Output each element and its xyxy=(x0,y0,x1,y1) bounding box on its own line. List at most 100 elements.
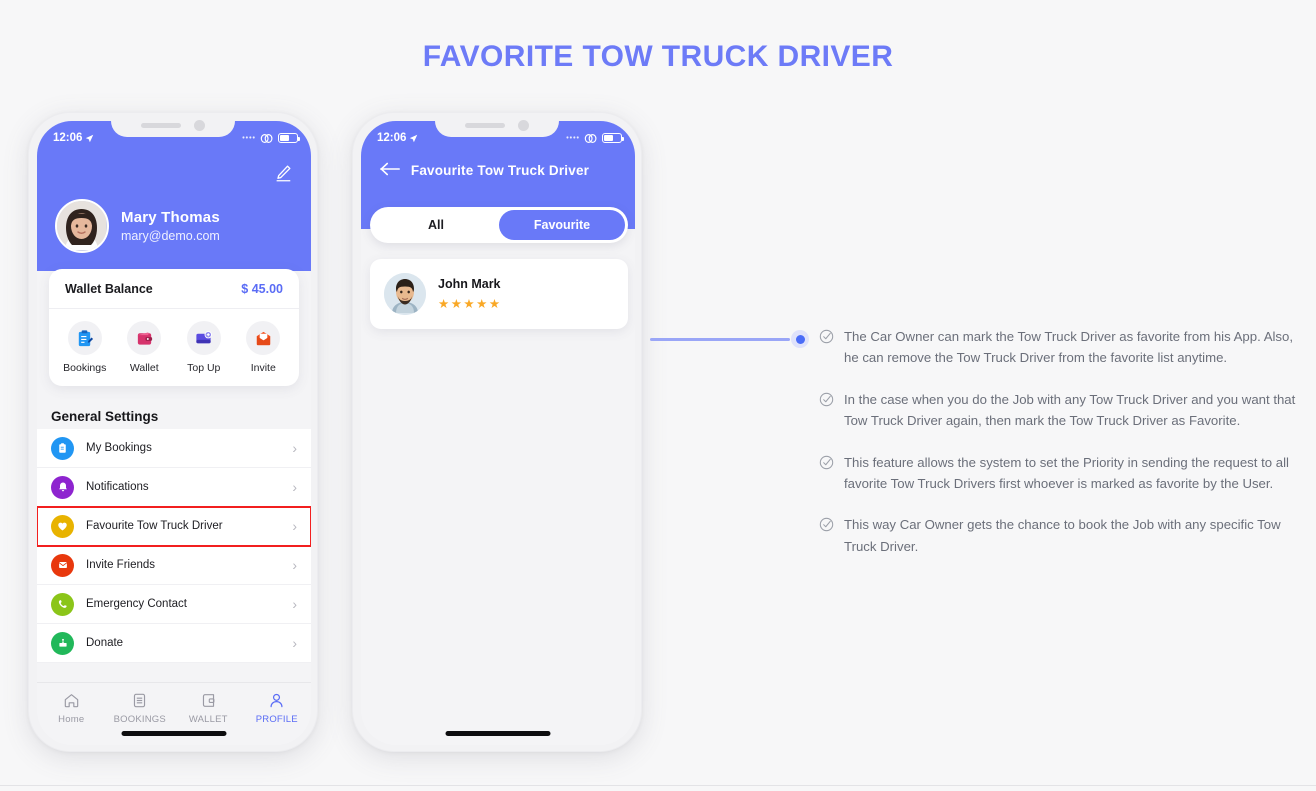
wallet-outline-icon xyxy=(200,692,217,709)
settings-item-label: My Bookings xyxy=(86,442,152,454)
wallet-balance-amount: $ 45.00 xyxy=(241,282,283,296)
tab-bookings[interactable]: BOOKINGS xyxy=(106,692,175,725)
status-right-group: •••• xyxy=(242,133,300,144)
tab-home[interactable]: Home xyxy=(37,692,106,725)
phone2-screen: 12:06 •••• Favourite Tow Truck Driver Al… xyxy=(361,121,635,745)
feature-bullet-text: This feature allows the system to set th… xyxy=(844,454,1289,491)
tab-favourite[interactable]: Favourite xyxy=(499,210,625,240)
status-time: 12:06 xyxy=(377,132,407,144)
link-icon xyxy=(584,133,598,144)
settings-item-invite-friends[interactable]: Invite Friends › xyxy=(37,546,311,585)
profile-name: Mary Thomas xyxy=(121,209,220,226)
tab-wallet[interactable]: WALLET xyxy=(174,692,243,725)
check-circle-icon xyxy=(819,455,834,470)
battery-icon xyxy=(278,133,300,143)
battery-icon xyxy=(602,133,624,143)
wallet-icon xyxy=(127,321,162,355)
quick-action-invite[interactable]: Invite xyxy=(234,321,294,374)
quick-action-topup[interactable]: Top Up xyxy=(174,321,234,374)
callout-connector-dot xyxy=(791,330,809,348)
tab-label: BOOKINGS xyxy=(113,714,166,725)
wallet-header: Wallet Balance $ 45.00 xyxy=(49,269,299,309)
status-clock-group: 12:06 xyxy=(377,132,418,144)
status-clock-group: 12:06 xyxy=(53,132,94,144)
tab-profile[interactable]: PROFILE xyxy=(243,692,312,725)
phone-notch xyxy=(111,113,235,137)
avatar: ❤ xyxy=(384,273,426,315)
person-icon xyxy=(268,692,285,709)
bell-icon xyxy=(51,475,74,499)
status-dots-icon: •••• xyxy=(242,134,256,142)
card-plus-icon xyxy=(186,321,221,355)
page-header-title: Favourite Tow Truck Driver xyxy=(410,162,590,178)
donate-hand-icon xyxy=(51,631,74,655)
quick-action-bookings[interactable]: Bookings xyxy=(55,321,115,374)
check-circle-icon xyxy=(819,517,834,532)
status-time: 12:06 xyxy=(53,132,83,144)
location-arrow-icon xyxy=(85,134,94,143)
clipboard-pen-icon xyxy=(51,436,74,460)
tab-label: PROFILE xyxy=(255,714,298,725)
check-circle-icon xyxy=(819,329,834,344)
speaker-grille-icon xyxy=(141,122,181,128)
status-right-group: •••• xyxy=(566,133,624,144)
home-icon xyxy=(63,692,80,709)
heart-icon xyxy=(51,514,74,538)
clipboard-pen-icon xyxy=(67,321,102,355)
general-settings-list: My Bookings › Notifications › Favourite … xyxy=(37,429,311,663)
feature-bullet-text: The Car Owner can mark the Tow Truck Dri… xyxy=(844,329,1294,366)
home-indicator xyxy=(445,731,551,736)
phone-notch xyxy=(435,113,559,137)
settings-item-favourite-tow-truck-driver[interactable]: Favourite Tow Truck Driver › xyxy=(37,506,311,547)
feature-bullet-text: This way Car Owner gets the chance to bo… xyxy=(844,517,1281,554)
avatar xyxy=(55,199,109,253)
envelope-icon xyxy=(246,321,281,355)
chevron-right-icon: › xyxy=(292,479,297,495)
quick-action-label: Top Up xyxy=(187,362,221,374)
quick-action-wallet[interactable]: Wallet xyxy=(115,321,175,374)
quick-action-label: Invite xyxy=(250,362,276,374)
tab-label: WALLET xyxy=(188,714,228,725)
driver-name: John Mark xyxy=(438,277,501,291)
check-circle-icon xyxy=(819,392,834,407)
driver-list-item[interactable]: ❤ John Mark ★★★★★ xyxy=(370,259,628,329)
rating-stars: ★★★★★ xyxy=(438,297,502,311)
profile-email: mary@demo.com xyxy=(121,229,220,243)
chevron-right-icon: › xyxy=(292,557,297,573)
front-camera-icon xyxy=(194,119,205,131)
settings-item-emergency-contact[interactable]: Emergency Contact › xyxy=(37,585,311,624)
quick-action-label: Bookings xyxy=(63,362,107,374)
phone-mockup-profile: 12:06 •••• Mary Thomas mary@demo.com Wal… xyxy=(28,112,318,752)
feature-bullet: This feature allows the system to set th… xyxy=(819,452,1304,495)
home-indicator xyxy=(121,731,227,736)
speaker-grille-icon xyxy=(465,122,505,128)
settings-item-label: Favourite Tow Truck Driver xyxy=(86,520,223,532)
profile-text: Mary Thomas mary@demo.com xyxy=(121,209,220,243)
tab-label: Home xyxy=(58,714,85,725)
driver-info: John Mark ★★★★★ xyxy=(438,277,502,311)
back-arrow-icon[interactable] xyxy=(379,161,401,179)
chevron-right-icon: › xyxy=(292,596,297,612)
link-icon xyxy=(260,133,274,144)
settings-item-label: Invite Friends xyxy=(86,559,156,571)
feature-bullet: This way Car Owner gets the chance to bo… xyxy=(819,514,1304,557)
heart-badge-icon: ❤ xyxy=(417,273,426,286)
pencil-edit-icon[interactable] xyxy=(273,163,293,183)
chevron-right-icon: › xyxy=(292,635,297,651)
phone1-screen: 12:06 •••• Mary Thomas mary@demo.com Wal… xyxy=(37,121,311,745)
phone-icon xyxy=(51,592,74,616)
location-arrow-icon xyxy=(409,134,418,143)
list-icon xyxy=(131,692,148,709)
wallet-balance-label: Wallet Balance xyxy=(65,282,153,296)
settings-item-donate[interactable]: Donate › xyxy=(37,624,311,663)
page-title: FAVORITE TOW TRUCK DRIVER xyxy=(422,40,894,73)
phone2-nav-row: Favourite Tow Truck Driver xyxy=(361,161,635,179)
settings-item-notifications[interactable]: Notifications › xyxy=(37,468,311,507)
wallet-card: Wallet Balance $ 45.00 Bookings Wallet T… xyxy=(49,269,299,386)
feature-bullet: The Car Owner can mark the Tow Truck Dri… xyxy=(819,326,1304,369)
phone-mockup-favourite-list: 12:06 •••• Favourite Tow Truck Driver Al… xyxy=(352,112,642,752)
feature-description-list: The Car Owner can mark the Tow Truck Dri… xyxy=(819,326,1304,577)
chevron-right-icon: › xyxy=(292,518,297,534)
settings-item-my-bookings[interactable]: My Bookings › xyxy=(37,429,311,468)
tab-all[interactable]: All xyxy=(373,210,499,240)
